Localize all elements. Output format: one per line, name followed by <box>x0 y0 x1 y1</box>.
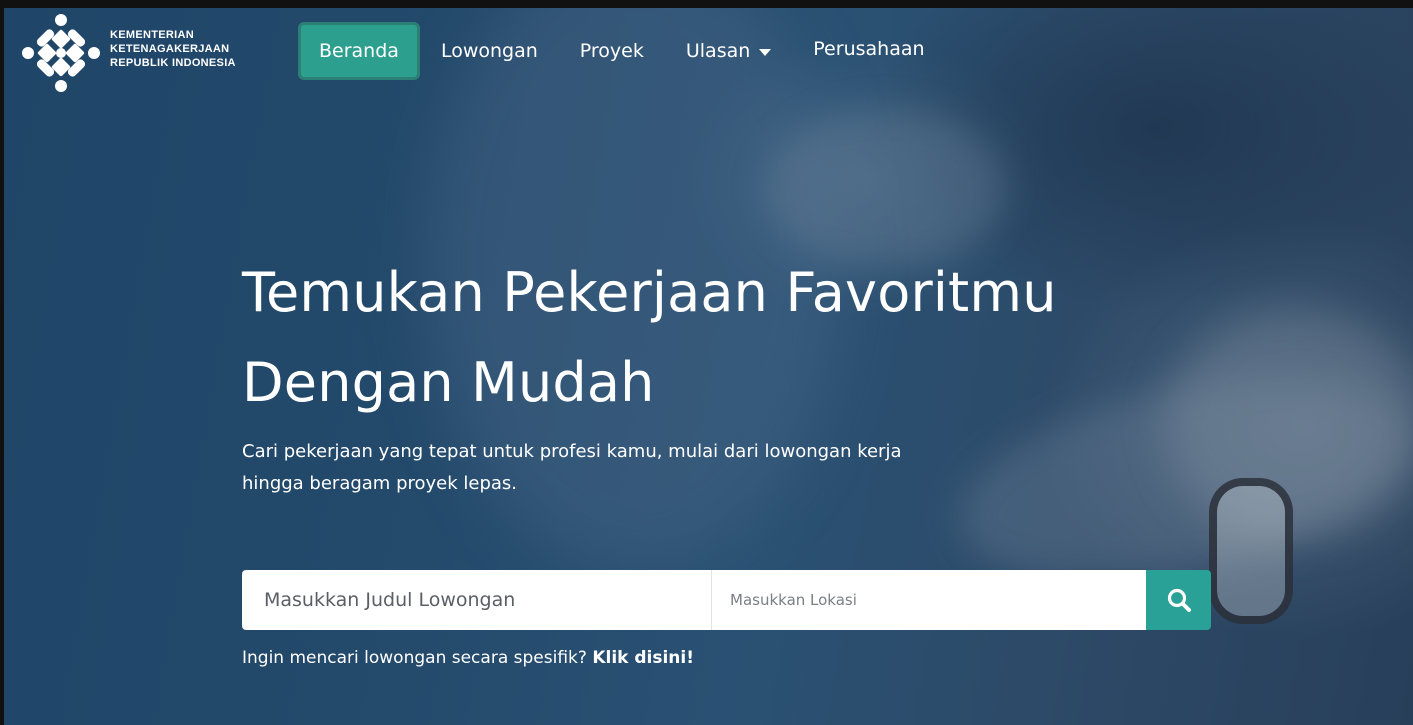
nav-label: Lowongan <box>440 40 538 62</box>
hero-title: Temukan Pekerjaan Favoritmu Dengan Mudah <box>242 248 1057 428</box>
hero-title-line: Temukan Pekerjaan Favoritmu <box>242 261 1057 324</box>
location-input[interactable] <box>712 570 1146 630</box>
brand-name: KEMENTERIAN KETENAGAKERJAAN REPUBLIK IND… <box>110 28 236 70</box>
nav-item-perusahaan[interactable]: Perusahaan <box>792 22 945 76</box>
nav-item-beranda[interactable]: Beranda <box>298 22 420 80</box>
nav-label: Ulasan <box>685 40 751 62</box>
brand-line: KEMENTERIAN <box>110 29 194 41</box>
nav-label: Proyek <box>579 40 644 62</box>
job-title-input[interactable] <box>242 570 712 630</box>
search-button[interactable] <box>1146 570 1211 630</box>
background-watch-shape <box>1209 478 1293 624</box>
hero-title-line: Dengan Mudah <box>242 351 655 414</box>
search-icon <box>1167 588 1191 612</box>
advanced-search-hint: Ingin mencari lowongan secara spesifik? … <box>242 648 694 668</box>
brand-line: KETENAGAKERJAAN <box>110 43 230 55</box>
advanced-search-link[interactable]: Klik disini! <box>592 648 694 668</box>
nav-item-proyek[interactable]: Proyek <box>559 24 665 78</box>
nav-label: Beranda <box>319 40 399 62</box>
background-photo-shape <box>764 108 1004 268</box>
hero-subtitle: Cari pekerjaan yang tepat untuk profesi … <box>242 441 902 494</box>
nav-item-ulasan[interactable]: Ulasan <box>665 24 792 78</box>
nav-item-lowongan[interactable]: Lowongan <box>420 24 559 78</box>
job-search-bar <box>242 570 1211 630</box>
hint-text: Ingin mencari lowongan secara spesifik? <box>242 648 587 668</box>
kemnaker-logo-icon <box>22 14 100 92</box>
caret-down-icon <box>759 49 772 56</box>
hero-section: KEMENTERIAN KETENAGAKERJAAN REPUBLIK IND… <box>4 8 1413 725</box>
main-nav: Beranda Lowongan Proyek Ulasan Perusahaa… <box>298 22 946 80</box>
nav-label: Perusahaan <box>813 38 925 60</box>
brand-line: REPUBLIK INDONESIA <box>110 57 236 69</box>
